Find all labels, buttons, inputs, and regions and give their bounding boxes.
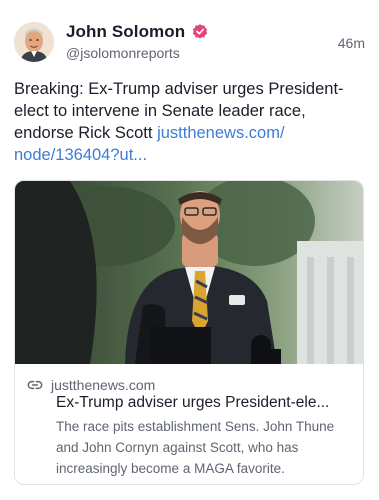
post-text: Breaking: Ex-Trump adviser urges Preside… [14,78,366,166]
link-icon [27,380,43,390]
verified-badge-icon [193,24,208,39]
preview-description: The race pits establishment Sens. John T… [56,419,335,476]
author-handle[interactable]: @jsolomonreports [66,45,180,61]
preview-image [15,181,363,364]
preview-title[interactable]: Ex-Trump adviser urges President-ele... [56,394,356,412]
avatar-image [14,22,54,62]
preview-meta: justthenews.com Ex-Trump adviser urges P… [15,364,363,484]
post-header: John Solomon @jsolomonreports 46m [14,20,365,66]
post-timestamp[interactable]: 46m [338,35,365,51]
preview-domain: justthenews.com [51,377,156,393]
post: John Solomon @jsolomonreports 46m Breaki… [0,0,379,500]
preview-domain-row: justthenews.com [27,377,155,393]
author-name[interactable]: John Solomon [66,22,185,42]
author-row: John Solomon [66,22,209,42]
avatar[interactable] [14,22,54,62]
link-preview-card[interactable]: justthenews.com Ex-Trump adviser urges P… [14,180,364,485]
